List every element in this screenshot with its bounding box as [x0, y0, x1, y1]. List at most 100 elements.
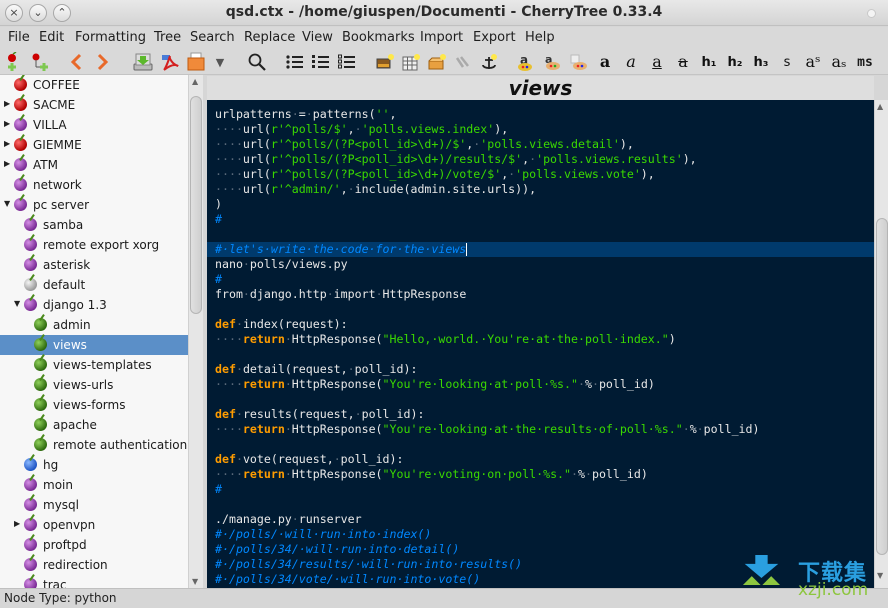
code-line[interactable]: ····url(r'^polls/(?P<poll_id>\d+)/result…	[207, 152, 874, 167]
code-line[interactable]	[207, 227, 874, 242]
heading1-button[interactable]: h₁	[699, 52, 719, 72]
code-line[interactable]: ····url(r'^polls/$',·'polls.views.index'…	[207, 122, 874, 137]
code-line[interactable]: #	[207, 272, 874, 287]
scroll-up-icon[interactable]: ▲	[877, 102, 883, 111]
insert-table-button[interactable]	[401, 52, 421, 72]
monospace-button[interactable]: ms	[855, 52, 875, 72]
expander-collapsed-icon[interactable]: ▶	[4, 119, 10, 128]
expander-expanded-icon[interactable]: ▼	[4, 199, 10, 208]
menu-edit[interactable]: Edit	[39, 30, 64, 45]
code-line[interactable]: def·vote(request,·poll_id):	[207, 452, 874, 467]
tree-node[interactable]: views-templates	[0, 355, 188, 375]
menu-help[interactable]: Help	[525, 30, 555, 45]
menu-export[interactable]: Export	[473, 30, 516, 45]
tree-node[interactable]: redirection	[0, 555, 188, 575]
code-line[interactable]: def·results(request,·poll_id):	[207, 407, 874, 422]
tree-scrollbar-thumb[interactable]	[190, 96, 202, 314]
code-line[interactable]: ····url(r'^admin/',·include(admin.site.u…	[207, 182, 874, 197]
insert-image-button[interactable]	[375, 52, 395, 72]
tree-node[interactable]: remote authentication	[0, 435, 188, 455]
menu-import[interactable]: Import	[420, 30, 463, 45]
tree-node[interactable]: apache	[0, 415, 188, 435]
code-line[interactable]	[207, 302, 874, 317]
add-node-button[interactable]	[2, 52, 22, 72]
open-folder-button[interactable]	[186, 52, 206, 72]
remove-formatting-button[interactable]	[568, 52, 588, 72]
code-line[interactable]: from·django.http·import·HttpResponse	[207, 287, 874, 302]
code-line[interactable]: ····return·HttpResponse("You're·voting·o…	[207, 467, 874, 482]
code-editor[interactable]: urlpatterns·=·patterns('', ····url(r'^pol…	[207, 100, 874, 588]
tree-node[interactable]: hg	[0, 455, 188, 475]
bold-button[interactable]: a	[595, 52, 615, 72]
tree-node[interactable]: ▶ openvpn	[0, 515, 188, 535]
menu-replace[interactable]: Replace	[244, 30, 295, 45]
code-line[interactable]: nano·polls/views.py	[207, 257, 874, 272]
tree-node[interactable]: network	[0, 175, 188, 195]
editor-scrollbar[interactable]: ▲ ▼	[874, 100, 888, 588]
tree-node[interactable]: admin	[0, 315, 188, 335]
code-line[interactable]: urlpatterns·=·patterns('',	[207, 107, 874, 122]
code-line[interactable]: #·/polls/·will·run·into·index()	[207, 527, 874, 542]
code-line[interactable]: )	[207, 197, 874, 212]
menu-file[interactable]: File	[8, 30, 30, 45]
superscript-button[interactable]: aˢ	[803, 52, 823, 72]
tree-node[interactable]: default	[0, 275, 188, 295]
code-line[interactable]: #·let's·write·the·code·for·the·views	[207, 242, 874, 257]
expander-collapsed-icon[interactable]: ▶	[4, 139, 10, 148]
text-color-button[interactable]: a	[516, 52, 536, 72]
menu-view[interactable]: View	[302, 30, 333, 45]
insert-anchor-button[interactable]	[479, 52, 499, 72]
code-line[interactable]: ····return·HttpResponse("You're·looking·…	[207, 422, 874, 437]
tree-node[interactable]: proftpd	[0, 535, 188, 555]
strikethrough-button[interactable]: a	[673, 52, 693, 72]
code-line[interactable]: #	[207, 212, 874, 227]
small-button[interactable]: s	[777, 52, 797, 72]
scroll-down-icon[interactable]: ▼	[192, 577, 198, 586]
expander-collapsed-icon[interactable]: ▶	[4, 99, 10, 108]
tree-node[interactable]: asterisk	[0, 255, 188, 275]
code-line[interactable]: ····return·HttpResponse("You're·looking·…	[207, 377, 874, 392]
tree-node[interactable]: COFFEE	[0, 75, 188, 95]
scroll-up-icon[interactable]: ▲	[192, 77, 198, 86]
tree-node[interactable]: ▶ VILLA	[0, 115, 188, 135]
menu-search[interactable]: Search	[190, 30, 235, 45]
code-line[interactable]: def·detail(request,·poll_id):	[207, 362, 874, 377]
export-pdf-button[interactable]	[160, 52, 180, 72]
code-line[interactable]: ./manage.py·runserver	[207, 512, 874, 527]
find-button[interactable]	[247, 52, 267, 72]
tree-node[interactable]: remote export xorg	[0, 235, 188, 255]
tree-node[interactable]: views-forms	[0, 395, 188, 415]
code-line[interactable]: def·index(request):	[207, 317, 874, 332]
code-line[interactable]	[207, 392, 874, 407]
tree-node[interactable]: ▶ GIEMME	[0, 135, 188, 155]
tree-node[interactable]: mysql	[0, 495, 188, 515]
heading2-button[interactable]: h₂	[725, 52, 745, 72]
go-forward-button[interactable]	[93, 52, 113, 72]
numbered-list-button[interactable]	[311, 52, 331, 72]
menu-formatting[interactable]: Formatting	[75, 30, 146, 45]
tree-node[interactable]: trac	[0, 575, 188, 588]
expander-collapsed-icon[interactable]: ▶	[14, 519, 20, 528]
dropdown-button[interactable]: ▼	[210, 52, 230, 72]
tree-node[interactable]: views-urls	[0, 375, 188, 395]
tree-scrollbar[interactable]: ▲ ▼	[188, 75, 203, 588]
tree-node[interactable]: moin	[0, 475, 188, 495]
tree-node[interactable]: ▶ ATM	[0, 155, 188, 175]
expander-expanded-icon[interactable]: ▼	[14, 299, 20, 308]
node-tree[interactable]: COFFEE ▶ SACME ▶ VILLA ▶ GIEMME ▶ ATM network ▼ pc …	[0, 75, 188, 588]
menu-tree[interactable]: Tree	[154, 30, 181, 45]
italic-button[interactable]: a	[621, 52, 641, 72]
tree-node[interactable]: ▶ SACME	[0, 95, 188, 115]
code-line[interactable]: #	[207, 482, 874, 497]
code-line[interactable]: ····return·HttpResponse("Hello,·world.·Y…	[207, 332, 874, 347]
background-color-button[interactable]: a	[542, 52, 562, 72]
tree-node[interactable]: samba	[0, 215, 188, 235]
menu-bookmarks[interactable]: Bookmarks	[342, 30, 415, 45]
todo-list-button[interactable]	[337, 52, 357, 72]
tree-node[interactable]: ▼ django 1.3	[0, 295, 188, 315]
editor-scrollbar-thumb[interactable]	[876, 218, 888, 555]
code-line[interactable]	[207, 437, 874, 452]
tree-node[interactable]: ▼ pc server	[0, 195, 188, 215]
add-subnode-button[interactable]	[30, 52, 50, 72]
code-line[interactable]: ····url(r'^polls/(?P<poll_id>\d+)/vote/$…	[207, 167, 874, 182]
